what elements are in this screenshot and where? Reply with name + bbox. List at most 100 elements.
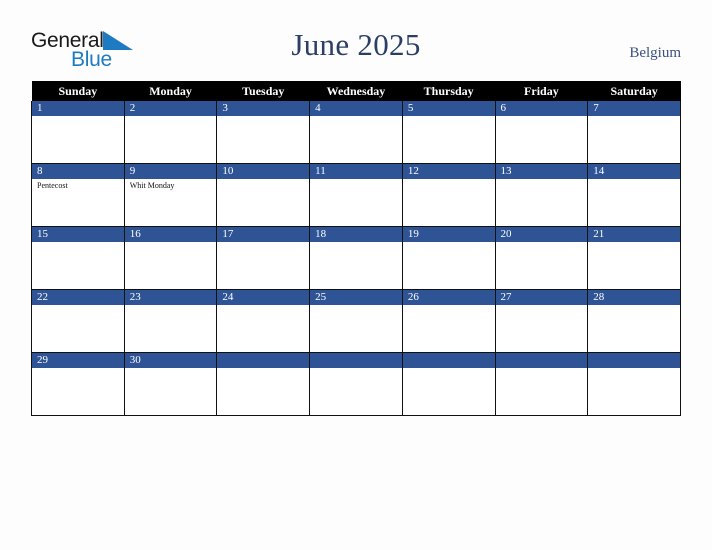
calendar-day-cell[interactable]: 5 — [401, 101, 496, 164]
day-number: 27 — [495, 290, 588, 305]
calendar-day-cell[interactable]: 9 Whit Monday — [123, 163, 218, 227]
calendar-day-cell[interactable]: 22 — [31, 289, 125, 353]
day-number: 1 — [32, 101, 124, 116]
day-number: 7 — [588, 101, 680, 116]
day-cell-inner: 24 — [217, 290, 310, 352]
day-number: 10 — [217, 164, 310, 179]
day-number: 19 — [402, 227, 495, 242]
day-number: 17 — [217, 227, 310, 242]
day-number: 3 — [217, 101, 310, 116]
calendar-day-cell[interactable]: 13 — [494, 163, 589, 227]
calendar-day-cell[interactable]: 2 — [123, 101, 218, 164]
day-number: 30 — [124, 353, 217, 368]
calendar-day-cell[interactable] — [401, 352, 496, 416]
day-number: 28 — [588, 290, 680, 305]
day-number: 6 — [495, 101, 588, 116]
calendar-day-cell[interactable] — [494, 352, 589, 416]
calendar-day-cell[interactable]: 6 — [494, 101, 589, 164]
day-number: 16 — [124, 227, 217, 242]
calendar-day-cell[interactable]: 23 — [123, 289, 218, 353]
calendar-day-cell[interactable]: 25 — [309, 289, 403, 353]
day-number: 21 — [588, 227, 680, 242]
day-number: 26 — [402, 290, 495, 305]
calendar-day-cell[interactable]: 29 — [31, 352, 125, 416]
day-number: 9 — [124, 164, 217, 179]
calendar-day-cell[interactable]: 21 — [587, 226, 681, 290]
day-cell-inner — [217, 353, 310, 415]
day-number: 18 — [310, 227, 402, 242]
day-cell-inner: 13 — [495, 164, 588, 226]
weekday-header-tuesday: Tuesday — [216, 81, 310, 101]
calendar-weekday-header: Sunday Monday Tuesday Wednesday Thursday… — [31, 81, 681, 101]
page-title: June 2025 — [291, 27, 421, 62]
calendar-day-cell[interactable]: 20 — [494, 226, 589, 290]
day-cell-inner: 3 — [217, 101, 310, 163]
calendar-day-cell[interactable]: 3 — [216, 101, 311, 164]
holiday-label: Pentecost — [37, 181, 68, 190]
day-cell-inner: 17 — [217, 227, 310, 289]
calendar-day-cell[interactable]: 19 — [401, 226, 496, 290]
country-label: Belgium — [629, 45, 681, 61]
weekday-header-friday: Friday — [495, 81, 588, 101]
day-cell-inner: 29 — [32, 353, 124, 415]
calendar-day-cell[interactable]: 26 — [401, 289, 496, 353]
day-number: 29 — [32, 353, 124, 368]
day-cell-inner: 7 — [588, 101, 680, 163]
day-cell-inner: 18 — [310, 227, 402, 289]
day-number — [588, 353, 680, 368]
day-number: 22 — [32, 290, 124, 305]
day-cell-inner: 15 — [32, 227, 124, 289]
day-event-list: Pentecost — [32, 179, 124, 191]
calendar-day-cell[interactable]: 11 — [309, 163, 403, 227]
day-number — [310, 353, 402, 368]
calendar-day-cell[interactable]: 28 — [587, 289, 681, 353]
calendar-day-cell[interactable]: 4 — [309, 101, 403, 164]
calendar-body: 1 2 3 4 5 6 7 8 Pentecost 9 Whit Monday 10 11 12 13 14 1… — [31, 101, 681, 416]
calendar-day-cell[interactable]: 17 — [216, 226, 311, 290]
calendar-day-cell[interactable]: 7 — [587, 101, 681, 164]
day-cell-inner: 30 — [124, 353, 217, 415]
calendar-day-cell[interactable] — [216, 352, 311, 416]
day-number: 4 — [310, 101, 402, 116]
day-cell-inner: 1 — [32, 101, 124, 163]
day-number — [495, 353, 588, 368]
calendar-day-cell[interactable]: 15 — [31, 226, 125, 290]
day-cell-inner: 14 — [588, 164, 680, 226]
day-event-list: Whit Monday — [125, 179, 217, 191]
calendar-day-cell[interactable]: 30 — [123, 352, 218, 416]
calendar-day-cell[interactable]: 12 — [401, 163, 496, 227]
calendar-day-cell[interactable]: 18 — [309, 226, 403, 290]
day-cell-inner: 11 — [310, 164, 402, 226]
day-cell-inner: 4 — [310, 101, 402, 163]
day-cell-inner: 25 — [310, 290, 402, 352]
calendar-day-cell[interactable]: 16 — [123, 226, 218, 290]
day-number: 12 — [402, 164, 495, 179]
day-cell-inner — [588, 353, 680, 415]
day-cell-inner: 9 Whit Monday — [124, 164, 217, 226]
day-number: 15 — [32, 227, 124, 242]
calendar-day-cell[interactable] — [587, 352, 681, 416]
day-number: 23 — [124, 290, 217, 305]
calendar-day-cell[interactable]: 27 — [494, 289, 589, 353]
calendar-day-cell[interactable]: 8 Pentecost — [31, 163, 125, 227]
weekday-header-saturday: Saturday — [587, 81, 681, 101]
calendar-day-cell[interactable]: 24 — [216, 289, 311, 353]
day-cell-inner: 2 — [124, 101, 217, 163]
calendar-day-cell[interactable]: 14 — [587, 163, 681, 227]
day-number — [217, 353, 310, 368]
calendar-day-cell[interactable] — [309, 352, 403, 416]
day-cell-inner — [310, 353, 402, 415]
weekday-header-sunday: Sunday — [31, 81, 125, 101]
page-header: General Blue June 2025 Belgium — [0, 0, 712, 81]
calendar-grid: Sunday Monday Tuesday Wednesday Thursday… — [31, 81, 681, 416]
day-number: 13 — [495, 164, 588, 179]
day-cell-inner: 8 Pentecost — [32, 164, 124, 226]
weekday-header-thursday: Thursday — [402, 81, 496, 101]
calendar-week-row: 1234567 — [31, 101, 681, 164]
day-cell-inner: 6 — [495, 101, 588, 163]
calendar-day-cell[interactable]: 1 — [31, 101, 125, 164]
day-number: 5 — [402, 101, 495, 116]
day-cell-inner: 20 — [495, 227, 588, 289]
calendar-day-cell[interactable]: 10 — [216, 163, 311, 227]
day-cell-inner: 28 — [588, 290, 680, 352]
